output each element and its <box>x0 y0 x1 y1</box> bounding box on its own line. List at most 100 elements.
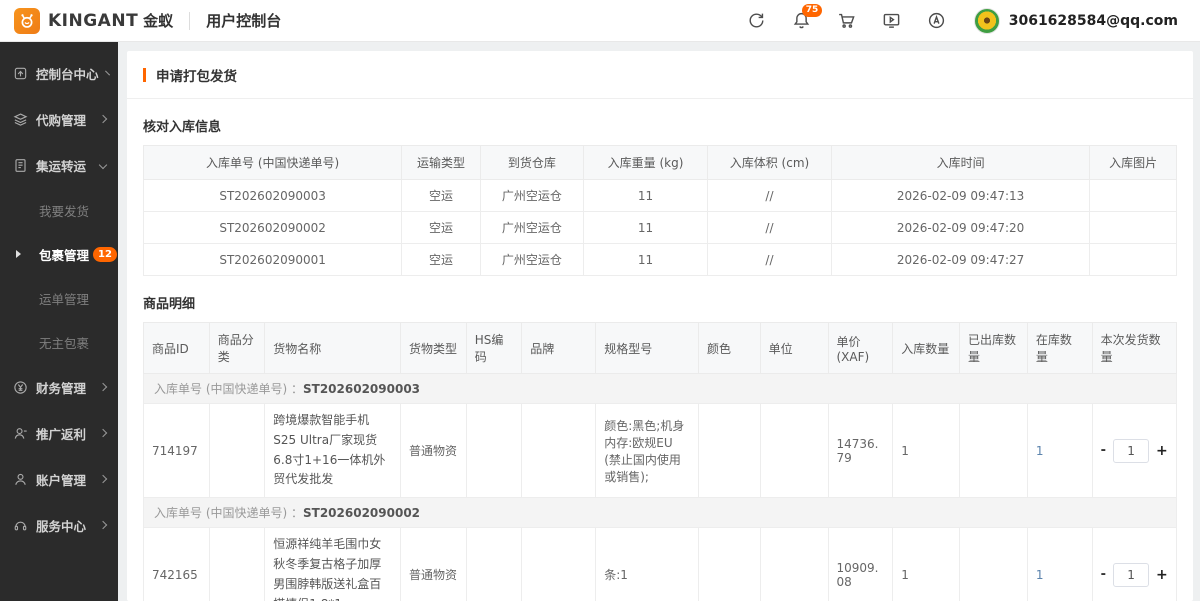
decrement-button[interactable]: - <box>1101 567 1106 582</box>
col-ship-qty: 本次发货数量 <box>1092 323 1176 374</box>
category-cell <box>209 404 265 498</box>
inbound-table: 入库单号 (中国快递单号) 运输类型 到货仓库 入库重量 (kg) 入库体积 (… <box>143 145 1177 276</box>
col-volume: 入库体积 (cm) <box>708 146 832 180</box>
product-row: 742165 恒源祥纯羊毛围巾女秋冬季复古格子加厚男围脖韩版送礼盒百搭情侣1.8… <box>144 528 1177 601</box>
col-spec: 规格型号 <box>596 323 699 374</box>
warehouse-cell: 广州空运仓 <box>480 212 583 244</box>
goods-type-cell: 普通物资 <box>400 528 466 601</box>
chevron-right-icon <box>99 383 107 391</box>
product-table: 商品ID 商品分类 货物名称 货物类型 HS编码 品牌 规格型号 颜色 单位 单… <box>143 322 1177 601</box>
group-inbound-no: ST202602090002 <box>303 506 420 520</box>
quantity-stepper: - + <box>1101 439 1168 463</box>
spec-cell: 条:1 <box>596 528 699 601</box>
product-id-cell: 714197 <box>144 404 210 498</box>
submenu-item-package-management[interactable]: 包裹管理 12 <box>0 232 118 276</box>
brand-name-cn: 金蚁 <box>143 10 173 31</box>
sidebar-nav: 控制台中心 代购管理 集运转运 我要发货 包裹管理 12 <box>0 42 118 601</box>
inbound-no-cell: ST202602090002 <box>144 212 402 244</box>
brand-logo-icon[interactable] <box>14 8 40 34</box>
history-icon[interactable] <box>747 11 767 31</box>
chevron-right-icon <box>99 115 107 123</box>
hs-code-cell <box>466 404 522 498</box>
col-weight: 入库重量 (kg) <box>584 146 708 180</box>
sidebar-item-referral[interactable]: 推广返利 <box>0 410 118 456</box>
person-share-icon <box>13 426 28 441</box>
submenu-item-ship-goods[interactable]: 我要发货 <box>0 188 118 232</box>
ship-qty-cell: - + <box>1092 404 1176 498</box>
stock-qty-cell[interactable]: 1 <box>1027 528 1092 601</box>
chevron-right-icon <box>105 71 110 76</box>
col-out-qty: 已出库数量 <box>960 323 1028 374</box>
sidebar-item-freight[interactable]: 集运转运 <box>0 142 118 188</box>
col-inbound-no: 入库单号 (中国快递单号) <box>144 146 402 180</box>
ship-qty-input[interactable] <box>1113 439 1149 463</box>
unit-price-cell: 10909.08 <box>828 528 893 601</box>
out-qty-cell <box>960 528 1028 601</box>
time-cell: 2026-02-09 09:47:27 <box>831 244 1089 276</box>
weight-cell: 11 <box>584 212 708 244</box>
stock-qty-cell[interactable]: 1 <box>1027 404 1092 498</box>
inbound-no-cell: ST202602090001 <box>144 244 402 276</box>
group-row: 入库单号 (中国快递单号) ：ST202602090003 <box>144 374 1177 404</box>
color-cell <box>699 404 761 498</box>
time-cell: 2026-02-09 09:47:20 <box>831 212 1089 244</box>
title-accent-bar <box>143 68 146 82</box>
group-row: 入库单号 (中国快递单号) ：ST202602090002 <box>144 498 1177 528</box>
sidebar-item-service[interactable]: 服务中心 <box>0 502 118 548</box>
submenu-item-unclaimed-packages[interactable]: 无主包裹 <box>0 320 118 364</box>
inbound-header-row: 入库单号 (中国快递单号) 运输类型 到货仓库 入库重量 (kg) 入库体积 (… <box>144 146 1177 180</box>
product-id-cell: 742165 <box>144 528 210 601</box>
assistant-circled-a-icon[interactable] <box>927 11 947 31</box>
sidebar-item-finance[interactable]: 财务管理 <box>0 364 118 410</box>
inbound-row: ST202602090001 空运 广州空运仓 11 // 2026-02-09… <box>144 244 1177 276</box>
color-cell <box>699 528 761 601</box>
content-card: 申请打包发货 核对入库信息 入库单号 (中国快递单号) 运输类型 <box>127 51 1193 601</box>
unit-cell <box>760 528 828 601</box>
col-warehouse: 到货仓库 <box>480 146 583 180</box>
account-menu[interactable]: 3061628584@qq.com <box>974 8 1178 34</box>
user-email: 3061628584@qq.com <box>1009 13 1178 29</box>
group-inbound-no: ST202602090003 <box>303 382 420 396</box>
hs-code-cell <box>466 528 522 601</box>
sidebar-item-account[interactable]: 账户管理 <box>0 456 118 502</box>
sidebar-item-purchasing[interactable]: 代购管理 <box>0 96 118 142</box>
section-title-products: 商品明细 <box>143 293 1177 312</box>
document-icon <box>13 158 28 173</box>
app-window: KINGANT 金蚁 用户控制台 75 <box>0 0 1200 601</box>
main-area: 申请打包发货 核对入库信息 入库单号 (中国快递单号) 运输类型 <box>118 42 1200 601</box>
chevron-right-icon <box>99 475 107 483</box>
package-count-badge: 12 <box>93 247 117 262</box>
col-inbound-time: 入库时间 <box>831 146 1089 180</box>
increment-button[interactable]: + <box>1156 443 1168 459</box>
app-title: 用户控制台 <box>206 10 281 31</box>
col-in-qty: 入库数量 <box>893 323 960 374</box>
section-title-inbound: 核对入库信息 <box>143 116 1177 135</box>
col-product-id: 商品ID <box>144 323 210 374</box>
ship-qty-cell: - + <box>1092 528 1176 601</box>
notification-badge: 75 <box>802 4 823 17</box>
col-unit: 单位 <box>760 323 828 374</box>
col-transport-type: 运输类型 <box>402 146 481 180</box>
finance-yen-icon <box>13 380 28 395</box>
cart-icon[interactable] <box>837 11 857 31</box>
group-label: 入库单号 (中国快递单号) ： <box>154 382 303 396</box>
decrement-button[interactable]: - <box>1101 443 1106 458</box>
top-header: KINGANT 金蚁 用户控制台 75 <box>0 0 1200 42</box>
console-icon <box>13 66 28 81</box>
video-monitor-icon[interactable] <box>882 11 902 31</box>
chevron-right-icon <box>99 521 107 529</box>
increment-button[interactable]: + <box>1156 567 1168 583</box>
active-arrow-icon <box>16 250 21 258</box>
ship-qty-input[interactable] <box>1113 563 1149 587</box>
quantity-stepper: - + <box>1101 563 1168 587</box>
brand-cell <box>522 528 596 601</box>
notifications-bell-icon[interactable]: 75 <box>792 11 812 31</box>
out-qty-cell <box>960 404 1028 498</box>
inbound-row: ST202602090002 空运 广州空运仓 11 // 2026-02-09… <box>144 212 1177 244</box>
sidebar-item-console-center[interactable]: 控制台中心 <box>0 50 118 96</box>
submenu-item-waybill-management[interactable]: 运单管理 <box>0 276 118 320</box>
product-header-row: 商品ID 商品分类 货物名称 货物类型 HS编码 品牌 规格型号 颜色 单位 单… <box>144 323 1177 374</box>
layers-icon <box>13 112 28 127</box>
col-goods-type: 货物类型 <box>400 323 466 374</box>
col-category: 商品分类 <box>209 323 265 374</box>
